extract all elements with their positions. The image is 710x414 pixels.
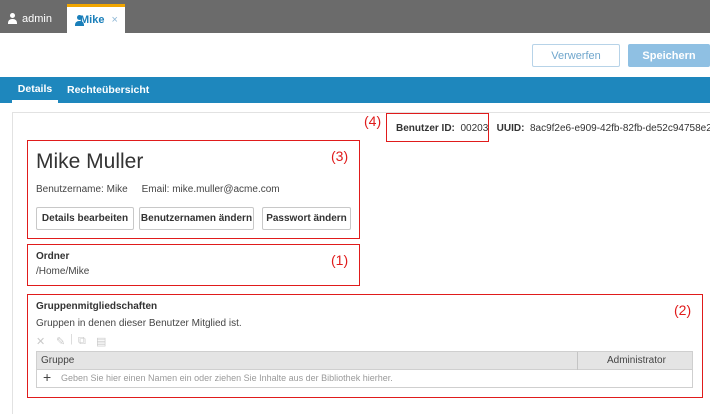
annotation-4: (4) [364, 113, 382, 129]
column-header-group[interactable]: Gruppe [41, 355, 74, 366]
tab-rights-overview[interactable]: Rechteübersicht [67, 77, 149, 103]
group-table: Gruppe Administrator + Geben Sie hier ei… [36, 351, 693, 388]
uuid-value: 8ac9f2e6-e909-42fb-82fb-de52c94758e2 [529, 123, 710, 134]
edit-details-button[interactable]: Details bearbeiten [36, 207, 134, 230]
tab-admin[interactable]: admin [0, 4, 64, 33]
tab-mike[interactable]: Mike × [67, 4, 125, 33]
edit-icon[interactable]: ✎ [56, 335, 65, 348]
window-tab-bar: admin Mike × [0, 0, 710, 33]
save-button[interactable]: Speichern [628, 44, 710, 67]
annotation-2: (2) [674, 302, 692, 318]
uuid-label: UUID: [496, 123, 525, 134]
id-line: Benutzer ID: 00203 UUID: 8ac9f2e6-e909-4… [396, 123, 710, 134]
membership-description: Gruppen in denen dieser Benutzer Mitglie… [36, 318, 242, 329]
username-value: Mike [106, 184, 128, 195]
copy-icon[interactable]: ⧉ [78, 335, 86, 348]
annotation-3: (3) [331, 148, 349, 164]
table-header: Gruppe Administrator [37, 352, 692, 370]
user-id-value: 00203 [460, 123, 489, 134]
user-full-name: Mike Muller [36, 150, 144, 173]
column-header-administrator[interactable]: Administrator [607, 355, 666, 366]
folder-title: Ordner [36, 251, 70, 262]
toolbar-separator: | [70, 333, 73, 345]
discard-button[interactable]: Verwerfen [532, 44, 620, 67]
delete-icon[interactable]: ✕ [36, 335, 45, 348]
user-id-label: Benutzer ID: [396, 123, 455, 134]
annotation-1: (1) [331, 252, 349, 268]
user-info-line: Benutzername: Mike Email: mike.muller@ac… [36, 184, 280, 195]
user-icon [8, 13, 17, 24]
close-icon[interactable]: × [111, 14, 117, 26]
change-password-button[interactable]: Passwort ändern [262, 207, 351, 230]
column-divider [577, 352, 578, 370]
highlight-box-1 [27, 244, 360, 286]
add-group-placeholder[interactable]: Geben Sie hier einen Namen ein oder zieh… [61, 373, 393, 383]
plus-icon[interactable]: + [43, 369, 51, 385]
username-label: Benutzername: [36, 184, 104, 195]
paste-icon[interactable]: ▤ [96, 335, 106, 348]
tab-admin-label: admin [22, 12, 52, 25]
change-username-button[interactable]: Benutzernamen ändern [139, 207, 254, 230]
email-label: Email: [141, 184, 170, 195]
email-value: mike.muller@acme.com [172, 184, 280, 195]
add-group-row[interactable]: + Geben Sie hier einen Namen ein oder zi… [37, 369, 692, 387]
section-tab-bar: Details Rechteübersicht [0, 77, 710, 103]
membership-title: Gruppenmitgliedschaften [36, 301, 158, 312]
tab-details[interactable]: Details [12, 77, 58, 103]
folder-path: /Home/Mike [36, 266, 90, 277]
